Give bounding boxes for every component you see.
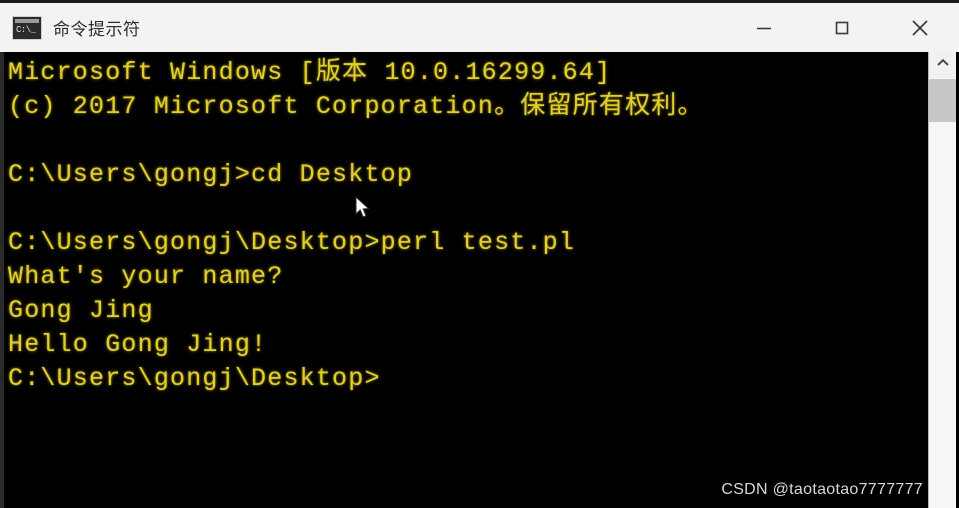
console-icon-prompt-glyph: C:\_: [16, 24, 36, 35]
console-line: (c) 2017 Microsoft Corporation。保留所有权利。: [8, 92, 704, 121]
chevron-up-icon: [935, 56, 951, 74]
console-line: Hello Gong Jing!: [8, 330, 268, 359]
scrollbar-up-button[interactable]: [929, 52, 956, 78]
console-line: C:\Users\gongj>cd Desktop: [8, 160, 414, 189]
window-titlebar[interactable]: C:\_ 命令提示符: [0, 0, 959, 52]
console-line: Gong Jing: [8, 296, 154, 325]
window-controls: [725, 3, 959, 52]
command-prompt-window: C:\_ 命令提示符 Microsoft Windows [版本 10.0.16…: [0, 0, 959, 508]
console-line: What's your name?: [8, 262, 284, 291]
console-line: Microsoft Windows [版本 10.0.16299.64]: [8, 58, 612, 87]
maximize-icon: [832, 18, 852, 38]
close-icon: [908, 16, 932, 40]
minimize-button[interactable]: [725, 3, 803, 52]
maximize-button[interactable]: [803, 3, 881, 52]
console-line: C:\Users\gongj\Desktop>: [8, 364, 381, 393]
console-text-buffer: Microsoft Windows [版本 10.0.16299.64] (c) …: [8, 56, 913, 396]
scrollbar-track[interactable]: [929, 122, 956, 508]
scrollbar-thumb[interactable]: [929, 79, 956, 122]
console-vertical-scrollbar[interactable]: [928, 52, 956, 508]
console-icon-titlestrip: [15, 18, 39, 23]
window-title: 命令提示符: [53, 20, 141, 39]
console-window-icon: C:\_: [12, 15, 42, 40]
close-button[interactable]: [881, 3, 959, 52]
console-line: C:\Users\gongj\Desktop>perl test.pl: [8, 228, 576, 257]
csdn-watermark: CSDN @taotaotao7777777: [721, 481, 923, 498]
minimize-icon: [754, 18, 774, 38]
console-output-area[interactable]: Microsoft Windows [版本 10.0.16299.64] (c) …: [0, 52, 959, 508]
titlebar-title-group: C:\_ 命令提示符: [0, 15, 725, 40]
